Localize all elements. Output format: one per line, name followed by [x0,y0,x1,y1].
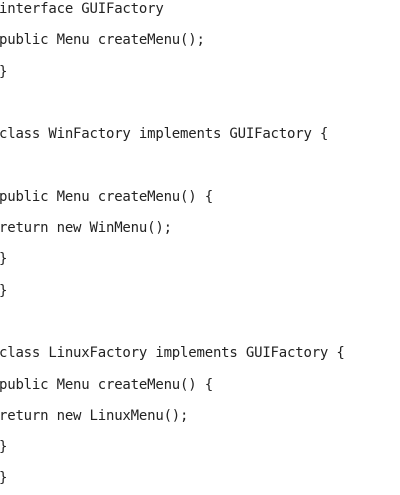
code-line: } [0,432,400,463]
code-line: public Menu createMenu() { [0,188,213,205]
code-line: return new LinuxMenu(); [0,407,189,424]
code-line: public Menu createMenu(); [0,32,205,49]
code-snippet: interface GUIFactory public Menu createM… [0,0,400,495]
code-line: interface GUIFactory [0,1,164,17]
code-line: } [0,463,400,494]
code-line: return new WinMenu(); [0,220,172,237]
code-line: class WinFactory implements GUIFactory { [0,126,329,143]
code-line: } [0,244,400,275]
code-line: } [0,276,400,307]
code-line: class LinuxFactory implements GUIFactory… [0,345,345,362]
code-line: public Menu createMenu() { [0,376,213,393]
code-line: } [0,57,400,88]
